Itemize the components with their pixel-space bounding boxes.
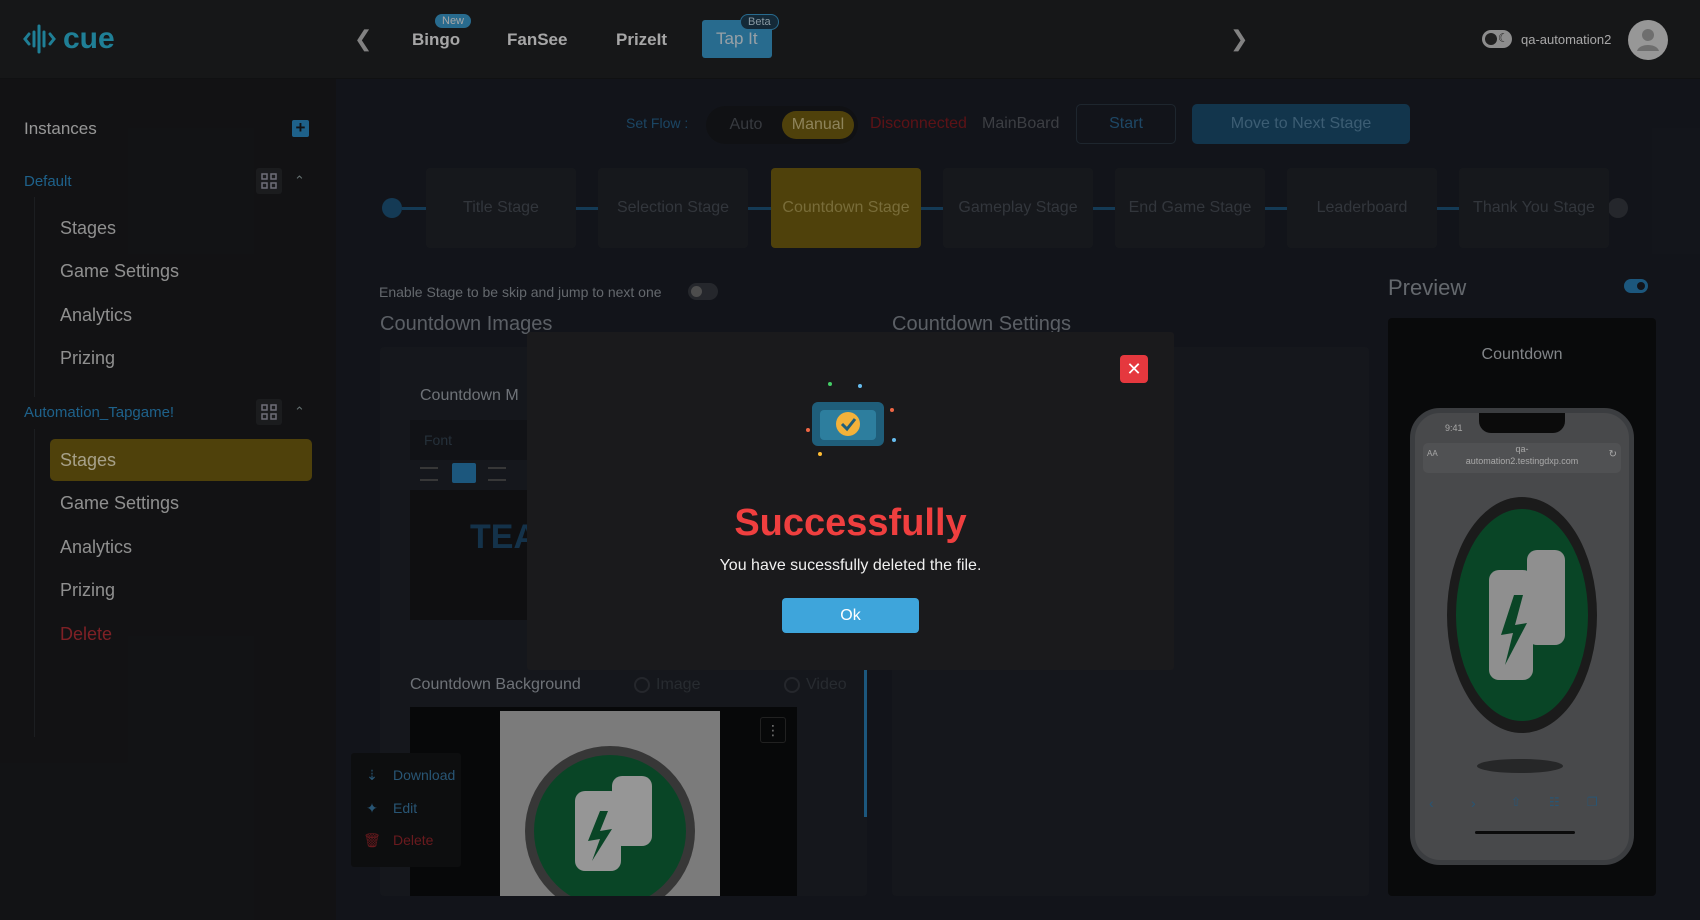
ok-button[interactable]: Ok	[782, 598, 919, 633]
modal-message: You have sucessfully deleted the file.	[719, 557, 982, 574]
success-illustration-icon	[806, 382, 896, 456]
close-icon[interactable]: ✕	[1120, 355, 1148, 383]
modal-title: Successfully	[734, 502, 967, 544]
success-modal: ✕ Successfully You have sucessfully dele…	[527, 332, 1174, 670]
